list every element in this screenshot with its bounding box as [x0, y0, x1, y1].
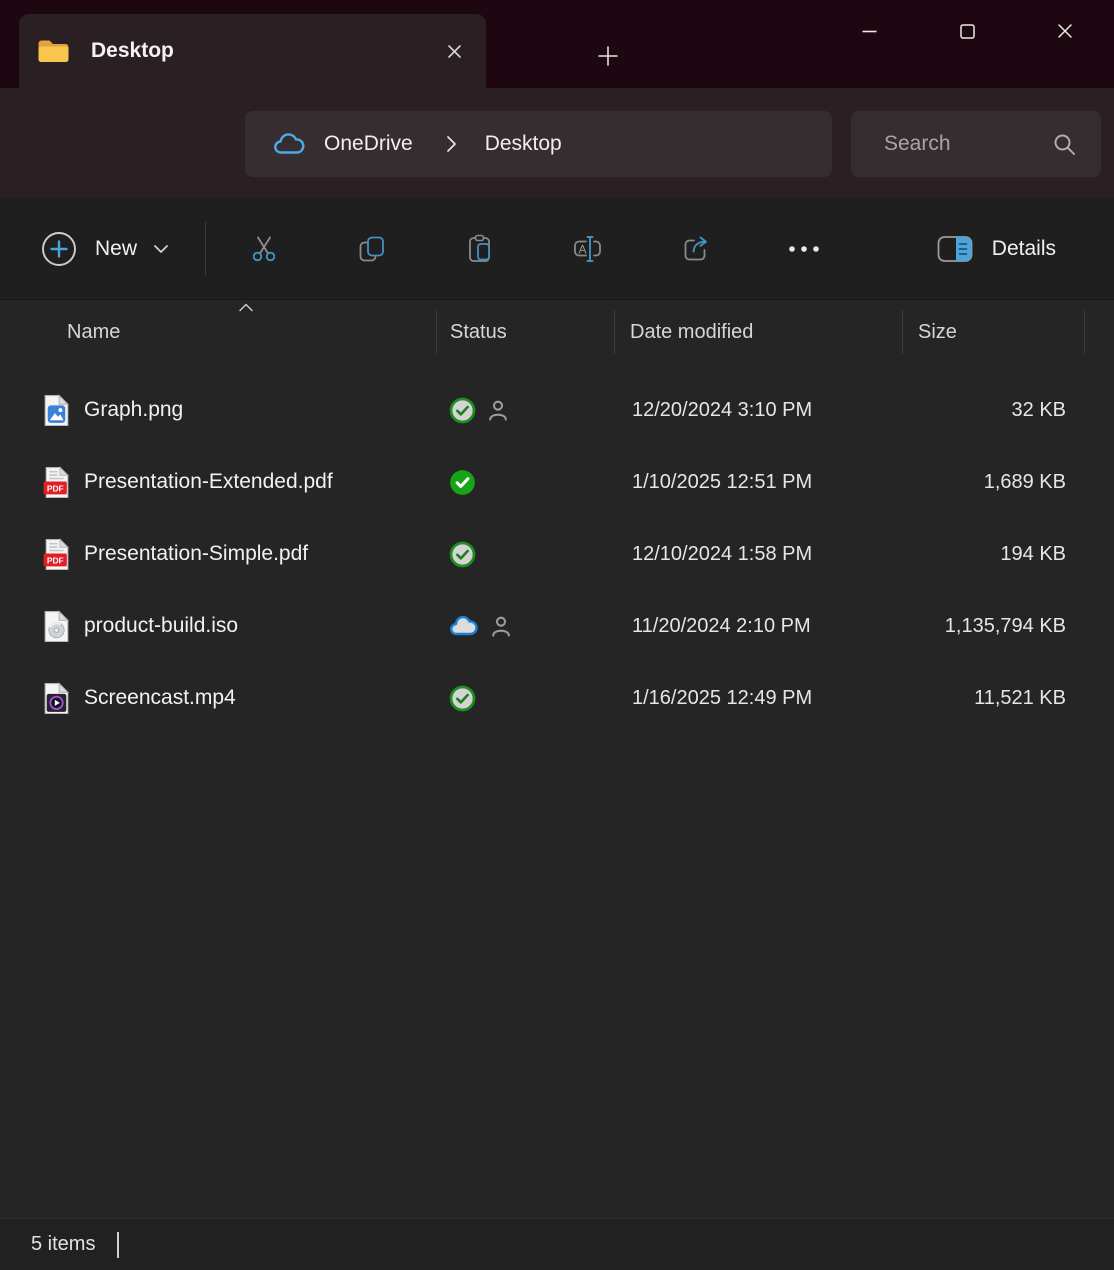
- file-list: PDF: [0, 374, 1114, 734]
- rename-button[interactable]: A: [556, 217, 620, 281]
- file-size: 1,135,794 KB: [903, 615, 1114, 638]
- search-box[interactable]: Search: [851, 111, 1101, 177]
- toolbar-divider: [205, 222, 206, 276]
- new-tab-button[interactable]: [590, 38, 626, 74]
- status-bar: 5 items: [0, 1218, 1114, 1270]
- new-button[interactable]: New: [33, 217, 183, 281]
- share-icon: [679, 232, 713, 266]
- svg-text:PDF: PDF: [47, 555, 64, 565]
- copy-button[interactable]: [340, 217, 404, 281]
- file-name: Screencast.mp4: [84, 686, 236, 710]
- cut-button[interactable]: [232, 217, 296, 281]
- file-row[interactable]: PDF: [0, 446, 1114, 518]
- tab-close-icon[interactable]: [436, 33, 472, 69]
- file-size: 11,521 KB: [903, 687, 1114, 710]
- breadcrumb-desktop[interactable]: Desktop: [485, 132, 562, 156]
- column-header-size[interactable]: Size: [903, 301, 1085, 363]
- close-button[interactable]: [1016, 0, 1114, 62]
- command-toolbar: New A: [0, 198, 1114, 300]
- shared-person-icon: [488, 613, 514, 639]
- add-circle-icon: [39, 229, 79, 269]
- shared-person-icon: [485, 397, 511, 423]
- maximize-button[interactable]: [918, 0, 1016, 62]
- paste-button[interactable]: [448, 217, 512, 281]
- file-size: 32 KB: [903, 399, 1114, 422]
- search-icon[interactable]: [1051, 131, 1077, 157]
- status-synced-icon: [449, 541, 476, 568]
- details-button[interactable]: Details: [927, 217, 1066, 281]
- details-pane-icon: [937, 235, 974, 263]
- ellipsis-icon: [787, 244, 821, 254]
- file-date-modified: 12/20/2024 3:10 PM: [615, 399, 903, 422]
- svg-text:PDF: PDF: [47, 483, 64, 493]
- rename-icon: A: [571, 232, 605, 266]
- column-header-date-modified[interactable]: Date modified: [615, 301, 903, 363]
- iso-file-icon: [43, 610, 70, 643]
- file-date-modified: 1/16/2025 12:49 PM: [615, 687, 903, 710]
- status-always-available-icon: [449, 469, 476, 496]
- file-date-modified: 12/10/2024 1:58 PM: [615, 543, 903, 566]
- tab-title: Desktop: [91, 39, 436, 63]
- titlebar: Desktop: [0, 0, 1114, 88]
- search-placeholder: Search: [884, 132, 1051, 156]
- video-file-icon: [43, 682, 70, 715]
- file-row[interactable]: PDF: [0, 518, 1114, 590]
- status-cloud-only-icon: [449, 615, 479, 638]
- paste-icon: [464, 233, 496, 265]
- breadcrumb-onedrive[interactable]: OneDrive: [324, 132, 413, 156]
- pdf-file-icon: PDF: [43, 466, 70, 499]
- chevron-down-icon: [153, 244, 169, 254]
- file-row[interactable]: PDF: [0, 374, 1114, 446]
- tab-desktop[interactable]: Desktop: [19, 14, 486, 88]
- status-bar-divider: [117, 1232, 119, 1258]
- status-synced-icon: [449, 397, 476, 424]
- svg-text:A: A: [579, 242, 587, 256]
- items-count: 5 items: [31, 1233, 95, 1256]
- status-synced-icon: [449, 685, 476, 712]
- file-size: 1,689 KB: [903, 471, 1114, 494]
- file-name: Presentation-Extended.pdf: [84, 470, 333, 494]
- column-header-status[interactable]: Status: [437, 301, 615, 363]
- pdf-file-icon: PDF: [43, 538, 70, 571]
- file-row[interactable]: PDF: [0, 590, 1114, 662]
- file-date-modified: 11/20/2024 2:10 PM: [615, 615, 903, 638]
- column-header-name[interactable]: Name: [0, 301, 437, 363]
- file-date-modified: 1/10/2025 12:51 PM: [615, 471, 903, 494]
- file-name: product-build.iso: [84, 614, 238, 638]
- file-name: Presentation-Simple.pdf: [84, 542, 308, 566]
- sort-ascending-icon: [238, 303, 254, 312]
- details-button-label: Details: [992, 237, 1056, 261]
- more-options-button[interactable]: [772, 217, 836, 281]
- file-name: Graph.png: [84, 398, 183, 422]
- folder-icon: [37, 38, 69, 64]
- share-button[interactable]: [664, 217, 728, 281]
- image-file-icon: [43, 394, 70, 427]
- minimize-button[interactable]: [820, 0, 918, 62]
- cut-icon: [248, 233, 280, 265]
- file-size: 194 KB: [903, 543, 1114, 566]
- navigation-bar: OneDrive Desktop Search: [0, 88, 1114, 198]
- window-controls: [820, 0, 1114, 62]
- onedrive-cloud-icon: [273, 133, 306, 156]
- column-headers: Name Status Date modified Size: [0, 301, 1114, 363]
- file-row[interactable]: PDF: [0, 662, 1114, 734]
- new-button-label: New: [95, 237, 137, 261]
- breadcrumb-chevron-icon[interactable]: [445, 134, 458, 154]
- address-bar[interactable]: OneDrive Desktop: [245, 111, 832, 177]
- copy-icon: [356, 233, 388, 265]
